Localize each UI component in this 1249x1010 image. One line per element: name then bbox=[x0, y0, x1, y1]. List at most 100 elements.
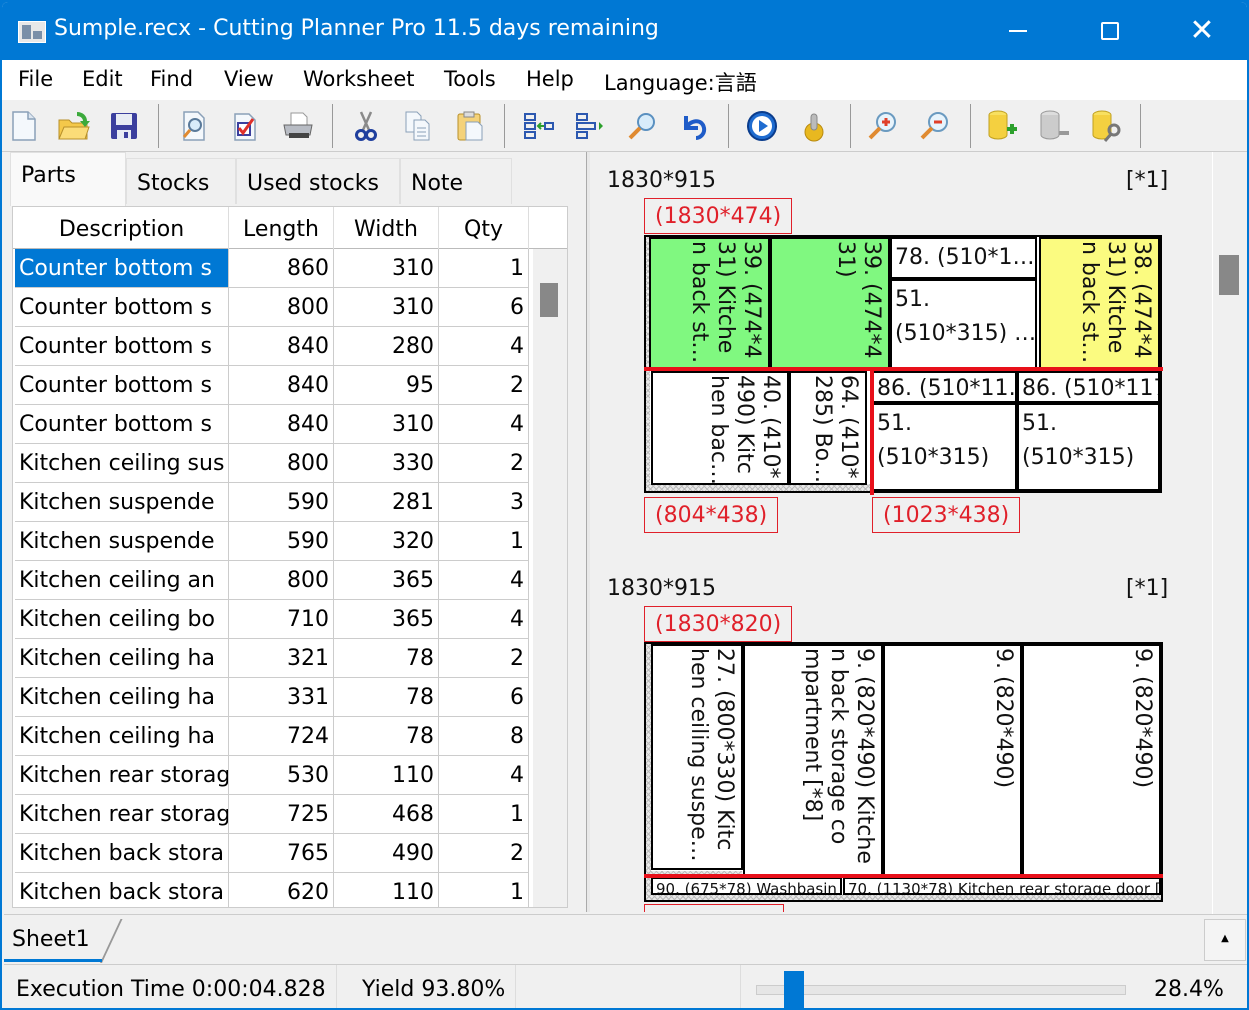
part-piece[interactable]: 78. (510*1… bbox=[890, 237, 1037, 279]
cell-description[interactable]: Kitchen suspende bbox=[15, 522, 229, 560]
run-button[interactable] bbox=[744, 108, 780, 144]
part-piece[interactable]: 27. (800*330) Kitc hen ceiling suspe… bbox=[651, 644, 743, 870]
table-row[interactable]: Counter bottom s 800 310 6 bbox=[15, 288, 529, 327]
database-settings-button[interactable] bbox=[1088, 108, 1124, 144]
menu-view[interactable]: View bbox=[224, 67, 274, 91]
cell-length[interactable]: 800 bbox=[229, 288, 334, 326]
table-row[interactable]: Kitchen ceiling sus 800 330 2 bbox=[15, 444, 529, 483]
part-piece[interactable]: 86. (510*11… bbox=[872, 371, 1017, 403]
menu-find[interactable]: Find bbox=[150, 67, 193, 91]
cell-description[interactable]: Kitchen rear storag bbox=[15, 756, 229, 794]
part-piece[interactable]: 9. (820*490) bbox=[883, 644, 1022, 876]
tab-sheet1[interactable]: Sheet1 bbox=[4, 915, 98, 961]
cell-qty[interactable]: 3 bbox=[439, 483, 529, 521]
zoom-in-button[interactable] bbox=[864, 108, 900, 144]
cell-qty[interactable]: 4 bbox=[439, 405, 529, 443]
menu-tools[interactable]: Tools bbox=[444, 67, 496, 91]
cell-qty[interactable]: 4 bbox=[439, 756, 529, 794]
cell-qty[interactable]: 4 bbox=[439, 600, 529, 638]
cell-length[interactable]: 590 bbox=[229, 483, 334, 521]
cell-description[interactable]: Kitchen ceiling sus bbox=[15, 444, 229, 482]
cell-width[interactable]: 330 bbox=[334, 444, 439, 482]
cell-width[interactable]: 95 bbox=[334, 366, 439, 404]
scrollbar-thumb[interactable] bbox=[1219, 255, 1239, 295]
menu-language[interactable]: Language:言語 bbox=[604, 67, 757, 97]
table-row[interactable]: Kitchen ceiling an 800 365 4 bbox=[15, 561, 529, 600]
table-row[interactable]: Kitchen rear storag 725 468 1 bbox=[15, 795, 529, 834]
cell-description[interactable]: Counter bottom s bbox=[15, 366, 229, 404]
cell-description[interactable]: Counter bottom s bbox=[15, 288, 229, 326]
parts-table-scrollbar[interactable] bbox=[533, 249, 567, 907]
table-row[interactable]: Kitchen ceiling ha 331 78 6 bbox=[15, 678, 529, 717]
cell-qty[interactable]: 2 bbox=[439, 834, 529, 872]
cell-width[interactable]: 78 bbox=[334, 639, 439, 677]
cell-length[interactable]: 840 bbox=[229, 405, 334, 443]
align-right-button[interactable] bbox=[572, 108, 608, 144]
menu-edit[interactable]: Edit bbox=[82, 67, 123, 91]
cell-width[interactable]: 110 bbox=[334, 756, 439, 794]
stock-sheet[interactable]: 27. (800*330) Kitc hen ceiling suspe… 9.… bbox=[644, 642, 1163, 902]
cell-description[interactable]: Kitchen ceiling ha bbox=[15, 678, 229, 716]
part-piece[interactable]: 9. (820*490) bbox=[1022, 644, 1161, 876]
table-row[interactable]: Kitchen suspende 590 281 3 bbox=[15, 483, 529, 522]
column-header-description[interactable]: Description bbox=[15, 207, 229, 249]
paste-button[interactable] bbox=[452, 108, 488, 144]
cell-length[interactable]: 530 bbox=[229, 756, 334, 794]
column-header-width[interactable]: Width bbox=[334, 207, 439, 249]
cell-qty[interactable]: 1 bbox=[439, 249, 529, 287]
database-remove-button[interactable] bbox=[1036, 108, 1072, 144]
scrollbar-thumb[interactable] bbox=[540, 283, 558, 317]
table-row[interactable]: Kitchen ceiling ha 724 78 8 bbox=[15, 717, 529, 756]
cell-width[interactable]: 280 bbox=[334, 327, 439, 365]
cell-qty[interactable]: 4 bbox=[439, 327, 529, 365]
tab-parts[interactable]: Parts bbox=[10, 152, 126, 206]
cell-description[interactable]: Kitchen ceiling ha bbox=[15, 639, 229, 677]
cell-length[interactable]: 590 bbox=[229, 522, 334, 560]
cell-qty[interactable]: 2 bbox=[439, 366, 529, 404]
pane-splitter[interactable] bbox=[586, 152, 590, 912]
part-piece[interactable]: 40. (410* 490) Kitc hen bac… bbox=[651, 371, 789, 485]
minimize-button[interactable] bbox=[972, 2, 1064, 60]
cell-description[interactable]: Counter bottom s bbox=[15, 327, 229, 365]
stock-sheet[interactable]: 39. (474*4 31) Kitche n back st… 39. (47… bbox=[644, 235, 1162, 493]
table-row[interactable]: Counter bottom s 840 280 4 bbox=[15, 327, 529, 366]
cell-width[interactable]: 365 bbox=[334, 600, 439, 638]
cell-length[interactable]: 725 bbox=[229, 795, 334, 833]
menu-worksheet[interactable]: Worksheet bbox=[303, 67, 415, 91]
cell-length[interactable]: 321 bbox=[229, 639, 334, 677]
table-row[interactable]: Kitchen ceiling bo 710 365 4 bbox=[15, 600, 529, 639]
cell-qty[interactable]: 6 bbox=[439, 678, 529, 716]
open-button[interactable] bbox=[56, 108, 92, 144]
cell-width[interactable]: 78 bbox=[334, 717, 439, 755]
cell-length[interactable]: 840 bbox=[229, 327, 334, 365]
menu-file[interactable]: File bbox=[18, 67, 53, 91]
cell-width[interactable]: 468 bbox=[334, 795, 439, 833]
part-piece[interactable]: 39. (474*4 31) bbox=[770, 237, 890, 370]
table-row[interactable]: Counter bottom s 840 95 2 bbox=[15, 366, 529, 405]
zoom-slider-thumb[interactable] bbox=[784, 971, 804, 1008]
cell-width[interactable]: 310 bbox=[334, 288, 439, 326]
save-button[interactable] bbox=[106, 108, 142, 144]
cell-length[interactable]: 765 bbox=[229, 834, 334, 872]
tab-used-stocks[interactable]: Used stocks bbox=[236, 158, 400, 204]
database-add-button[interactable] bbox=[984, 108, 1020, 144]
table-row[interactable]: Counter bottom s 840 310 4 bbox=[15, 405, 529, 444]
part-piece[interactable]: 9. (820*490) Kitche n back storage co mp… bbox=[743, 644, 883, 876]
cell-length[interactable]: 710 bbox=[229, 600, 334, 638]
settings-button[interactable] bbox=[796, 108, 832, 144]
cell-qty[interactable]: 6 bbox=[439, 288, 529, 326]
cell-width[interactable]: 310 bbox=[334, 249, 439, 287]
cell-qty[interactable]: 1 bbox=[439, 522, 529, 560]
cell-description[interactable]: Counter bottom s bbox=[15, 405, 229, 443]
cell-width[interactable]: 310 bbox=[334, 405, 439, 443]
table-row[interactable]: Kitchen rear storag 530 110 4 bbox=[15, 756, 529, 795]
print-button[interactable] bbox=[280, 108, 316, 144]
check-button[interactable] bbox=[228, 108, 264, 144]
cell-description[interactable]: Kitchen rear storag bbox=[15, 795, 229, 833]
cell-length[interactable]: 724 bbox=[229, 717, 334, 755]
part-piece[interactable]: 51. (510*315) … bbox=[890, 279, 1037, 370]
cut-button[interactable] bbox=[348, 108, 384, 144]
cell-width[interactable]: 490 bbox=[334, 834, 439, 872]
cell-description[interactable]: Kitchen ceiling ha bbox=[15, 717, 229, 755]
cell-description[interactable]: Counter bottom s bbox=[15, 249, 229, 287]
